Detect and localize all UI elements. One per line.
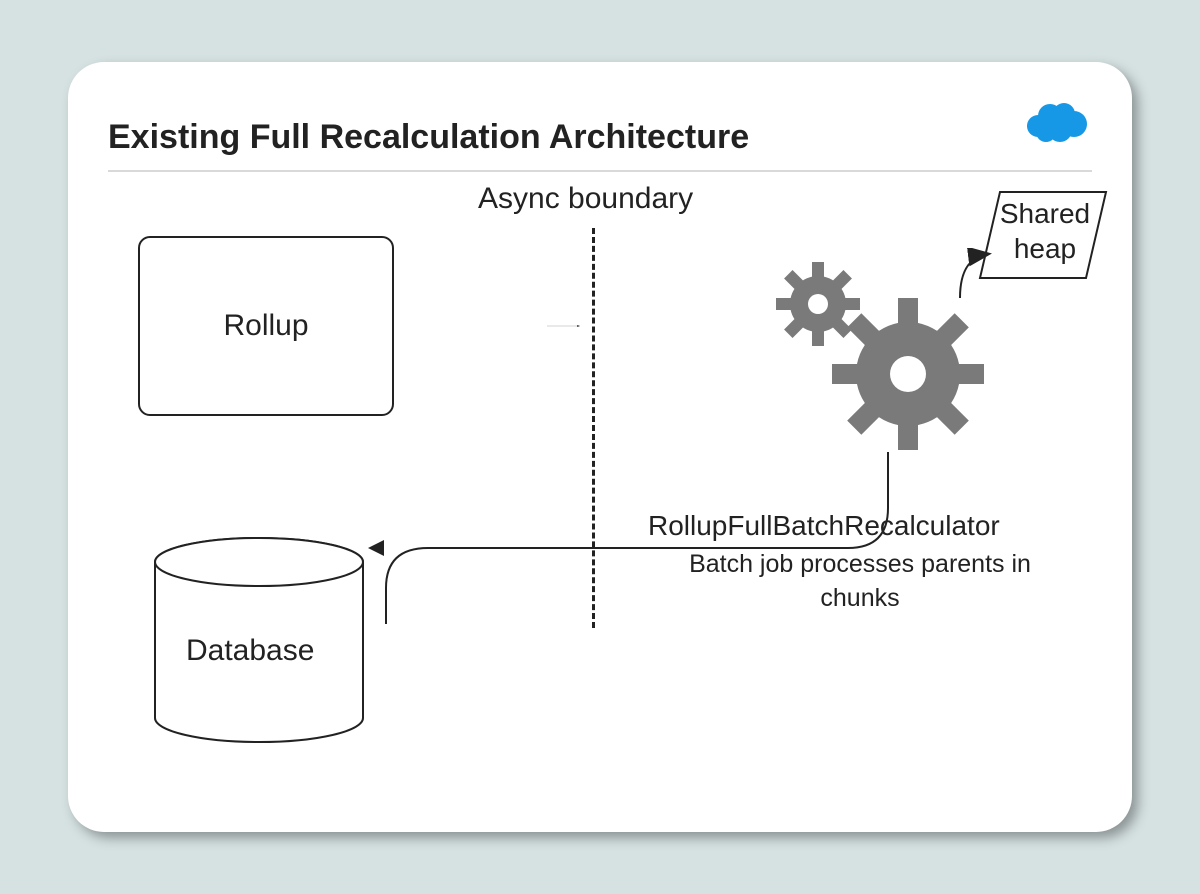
diagram-card: Existing Full Recalculation Architecture… (68, 62, 1132, 832)
salesforce-cloud-icon (1024, 100, 1088, 144)
shared-heap-line1: Shared (1000, 198, 1090, 229)
database-label: Database (186, 634, 314, 668)
shared-heap-label: Shared heap (990, 196, 1100, 266)
arrow-gears-to-heap (954, 248, 994, 304)
async-boundary-line (592, 228, 595, 628)
async-boundary-label: Async boundary (478, 182, 693, 216)
rollup-node-label: Rollup (223, 309, 308, 343)
rollup-node: Rollup (138, 236, 394, 416)
recalculator-subtitle: Batch job processes parents in chunks (670, 548, 1050, 616)
title-underline (108, 170, 1092, 172)
recalculator-title: RollupFullBatchRecalculator (648, 510, 1000, 542)
arrow-rollup-to-gears (394, 325, 734, 327)
arrow-gears-to-database (368, 448, 898, 646)
diagram-title: Existing Full Recalculation Architecture (108, 118, 749, 157)
shared-heap-line2: heap (1014, 233, 1076, 264)
